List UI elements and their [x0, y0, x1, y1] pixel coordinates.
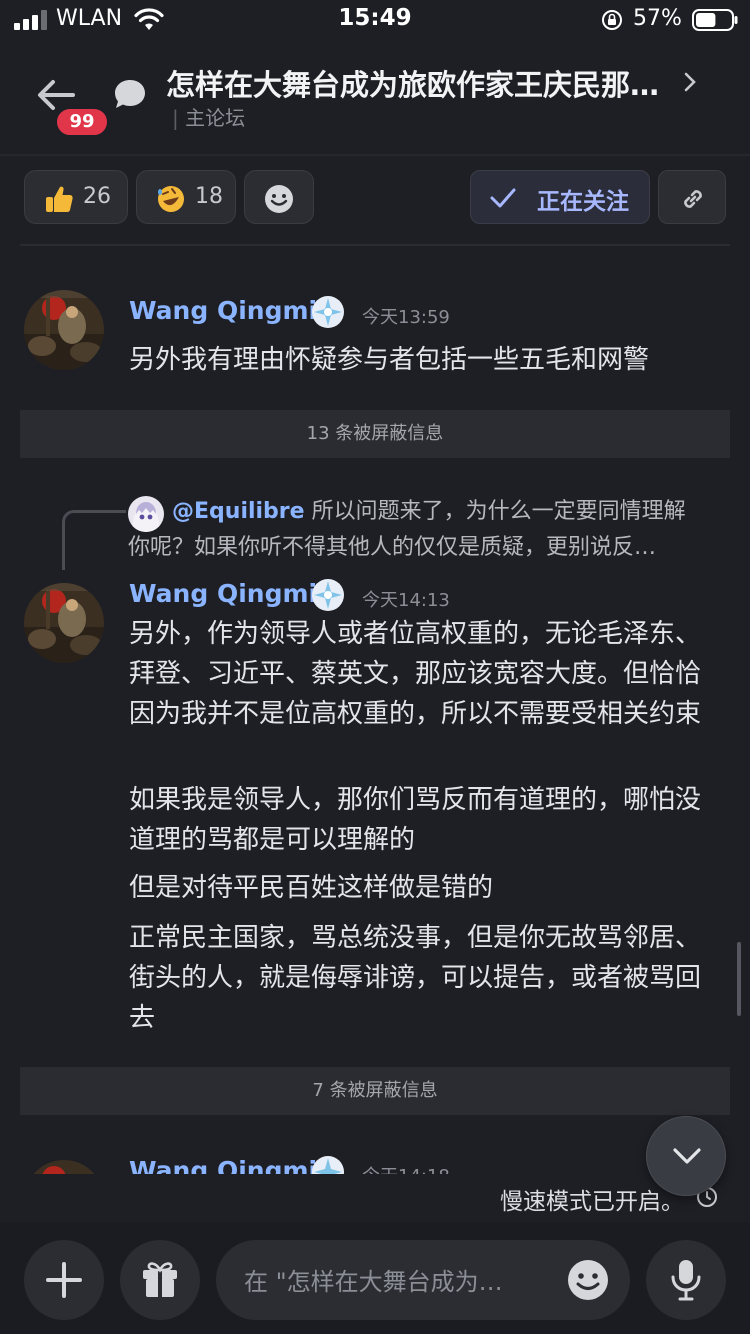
reply-snippet: 所以问题来了，为什么一定要同情理解 [311, 499, 686, 524]
blocked-messages-bar[interactable]: 13 条被屏蔽信息 [20, 410, 730, 458]
link-icon [684, 190, 702, 208]
avatar[interactable] [24, 1160, 104, 1174]
avatar-painting-image [24, 583, 104, 663]
header-divider [0, 154, 750, 156]
message-input-placeholder: 在 "怎样在大舞台成为… [244, 1268, 503, 1296]
thread-bubble-icon [115, 80, 145, 108]
username[interactable]: Wang Qingmin [129, 579, 335, 608]
reply-preview[interactable]: @Equilibre 所以问题来了，为什么一定要同情理解 [172, 496, 712, 528]
slowmode-notice: 慢速模式已开启。 [0, 1178, 750, 1220]
scrollbar-thumb[interactable] [737, 942, 741, 1016]
timestamp: 今天14:18 [362, 1162, 450, 1174]
slowmode-text: 慢速模式已开启。 [500, 1189, 684, 1215]
check-icon [490, 188, 516, 208]
copy-link-button[interactable] [658, 170, 726, 224]
parent-channel[interactable]: | 主论坛 [172, 102, 245, 131]
add-reaction-button[interactable] [244, 170, 314, 224]
timestamp: 今天14:13 [362, 590, 450, 611]
reply-avatar-image [128, 496, 164, 532]
message-text: 但是对待平民百姓这样做是错的 [129, 873, 494, 903]
reaction-bar: 26 18 正在关注 [0, 170, 750, 226]
username[interactable]: Wang Qingmin [129, 296, 335, 325]
parent-channel-label: 主论坛 [185, 106, 246, 130]
microphone-icon [671, 1260, 701, 1301]
avatar[interactable] [24, 583, 104, 663]
rofl-count: 18 [195, 184, 223, 209]
unread-badge: 99 [54, 106, 110, 138]
add-reaction-icon [265, 185, 293, 213]
following-label: 正在关注 [537, 189, 629, 215]
chat-screen: WLAN 15:49 57% 99 怎样在大舞台成为旅欧作家王庆民那… | 主论… [0, 0, 750, 1334]
rotation-lock-icon [602, 10, 622, 30]
jump-to-latest-button[interactable] [646, 1116, 726, 1196]
reply-connector [62, 510, 126, 570]
subtitle-divider: | [172, 106, 179, 130]
gift-button[interactable] [120, 1240, 200, 1320]
user-badge-icon [312, 579, 344, 611]
chevron-down-icon [673, 1148, 701, 1164]
channel-header: 99 怎样在大舞台成为旅欧作家王庆民那… | 主论坛 [0, 44, 750, 154]
battery-percent: 57% [633, 6, 682, 31]
plus-icon [46, 1262, 82, 1298]
avatar[interactable] [24, 290, 104, 370]
message-text: 如果我是领导人，那你们骂反而有道理的，哪怕没道理的骂都是可以理解的 [129, 785, 702, 855]
message-composer: 在 "怎样在大舞台成为… [0, 1222, 750, 1334]
thumbs-up-count: 26 [83, 184, 111, 209]
battery-icon [692, 9, 738, 31]
user-badge-icon [312, 296, 344, 328]
following-button[interactable]: 正在关注 [470, 170, 650, 224]
next-message-peek: Wang Qingmin 今天14:18 [0, 1154, 750, 1174]
reaction-rofl[interactable]: 18 [136, 170, 236, 224]
status-bar: WLAN 15:49 57% [0, 0, 750, 40]
username[interactable]: Wang Qingmin [129, 1156, 335, 1174]
reply-snippet-continued[interactable]: 你呢？如果你听不得其他人的仅仅是质疑，更别说反… [128, 532, 712, 564]
user-badge-icon [312, 1156, 344, 1174]
emoji-picker-icon[interactable] [566, 1258, 610, 1302]
timestamp: 今天13:59 [362, 307, 450, 328]
chevron-right-icon[interactable] [680, 68, 700, 96]
attach-button[interactable] [24, 1240, 104, 1320]
blocked-messages-bar[interactable]: 7 条被屏蔽信息 [20, 1067, 730, 1115]
reaction-divider [20, 244, 730, 246]
gift-icon [143, 1262, 177, 1297]
avatar-painting-image [24, 1160, 104, 1174]
thumbs-up-icon [46, 186, 73, 212]
avatar-painting-image [24, 290, 104, 370]
message-input[interactable]: 在 "怎样在大舞台成为… [216, 1240, 630, 1320]
message-text: 正常民主国家，骂总统没事，但是你无故骂邻居、街头的人，就是侮辱诽谤，可以提告，或… [129, 923, 702, 1033]
message-text: 另外我有理由怀疑参与者包括一些五毛和网警 [129, 345, 650, 375]
thread-title[interactable]: 怎样在大舞台成为旅欧作家王庆民那… [166, 62, 686, 104]
reply-avatar[interactable] [128, 496, 164, 532]
message-text: 另外，作为领导人或者位高权重的，无论毛泽东、拜登、习近平、蔡英文，那应该宽容大度… [129, 619, 702, 729]
rofl-emoji-icon [158, 186, 184, 212]
voice-button[interactable] [646, 1240, 726, 1320]
reaction-thumbs-up[interactable]: 26 [24, 170, 128, 224]
reply-mention[interactable]: @Equilibre [172, 499, 305, 524]
